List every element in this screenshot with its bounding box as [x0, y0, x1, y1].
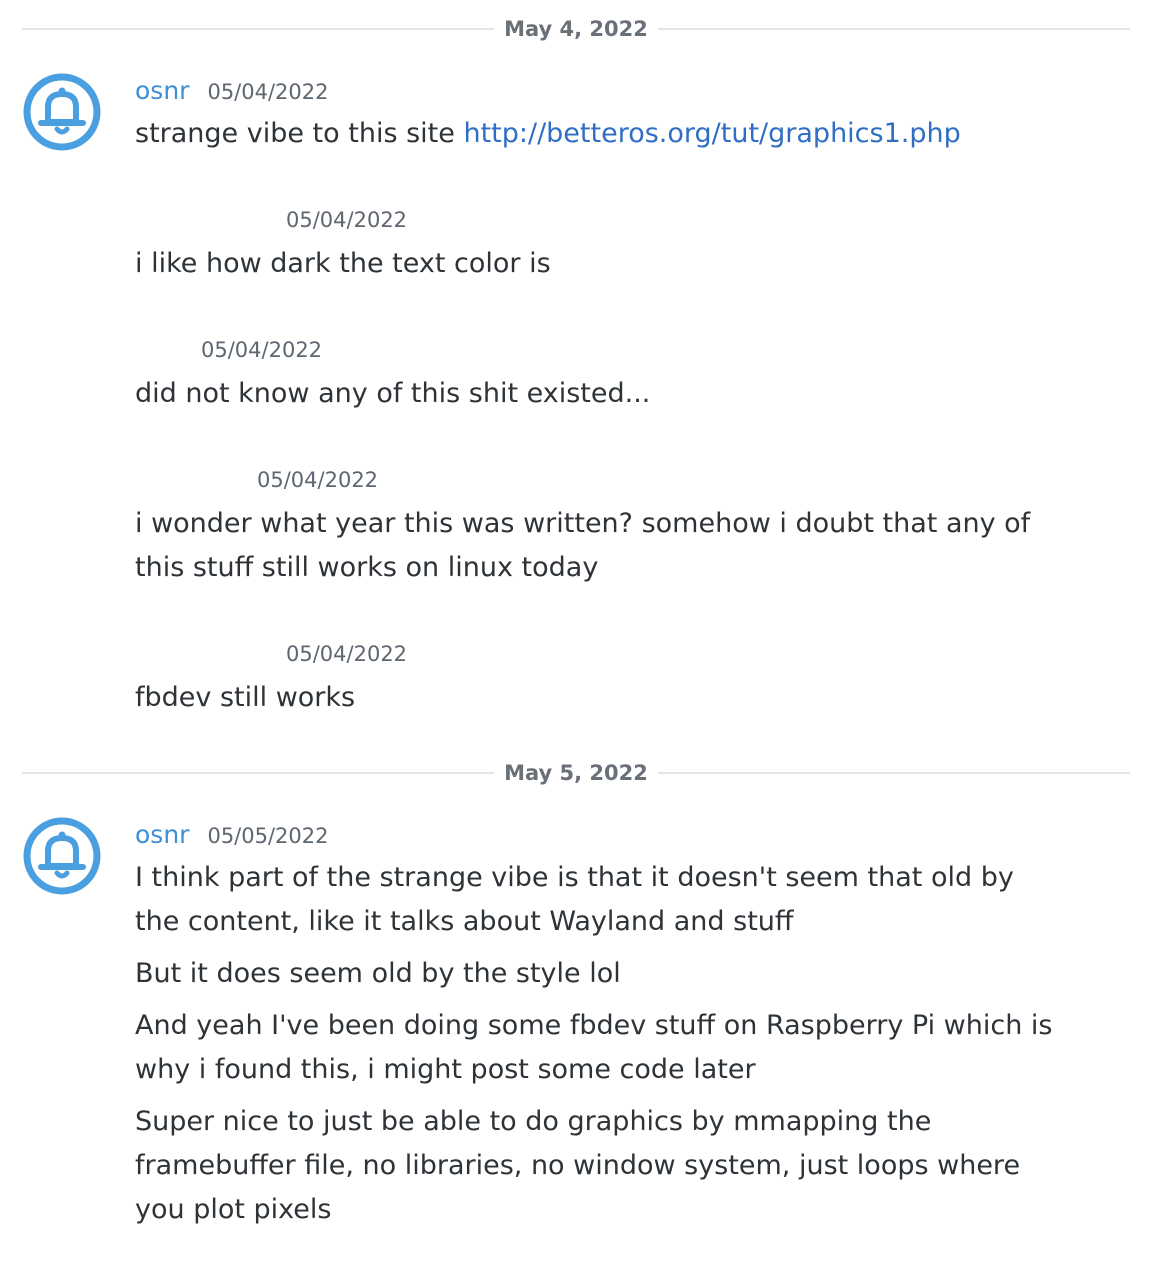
message-header: osnr 05/05/2022: [135, 820, 329, 850]
date-divider-label: May 4, 2022: [494, 17, 658, 41]
bell-icon: [23, 817, 101, 895]
author-name[interactable]: osnr: [135, 76, 189, 105]
avatar[interactable]: [22, 72, 102, 152]
date-divider: May 5, 2022: [22, 761, 1130, 785]
message-header: osnr 05/04/2022: [135, 76, 329, 106]
message-text: Super nice to just be able to do graphic…: [135, 1106, 1021, 1225]
message-text: strange vibe to this site http://bettero…: [135, 112, 1065, 156]
message-text: But it does seem old by the style lol: [135, 958, 621, 989]
message-link[interactable]: http://betteros.org/tut/graphics1.php: [463, 118, 960, 149]
date-divider-label: May 5, 2022: [494, 761, 658, 785]
message-timestamp[interactable]: 05/04/2022: [207, 80, 328, 104]
message-text: i wonder what year this was written? som…: [135, 508, 1031, 583]
message-text: fbdev still works: [135, 682, 356, 713]
message-text: i like how dark the text color is: [135, 248, 551, 279]
message-text: did not know any of this shit existed...: [135, 378, 651, 409]
message-timestamp[interactable]: 05/04/2022: [286, 208, 407, 232]
date-divider: May 4, 2022: [22, 17, 1130, 41]
bell-icon: [23, 73, 101, 151]
author-name[interactable]: osnr: [135, 820, 189, 849]
avatar[interactable]: [22, 816, 102, 896]
message-text-content: strange vibe to this site: [135, 118, 464, 149]
message-text: I think part of the strange vibe is that…: [135, 862, 1014, 937]
message-timestamp[interactable]: 05/04/2022: [257, 468, 378, 492]
message-timestamp[interactable]: 05/05/2022: [207, 824, 328, 848]
message-text: And yeah I've been doing some fbdev stuf…: [135, 1010, 1053, 1085]
message-timestamp[interactable]: 05/04/2022: [286, 642, 407, 666]
message-timestamp[interactable]: 05/04/2022: [201, 338, 322, 362]
